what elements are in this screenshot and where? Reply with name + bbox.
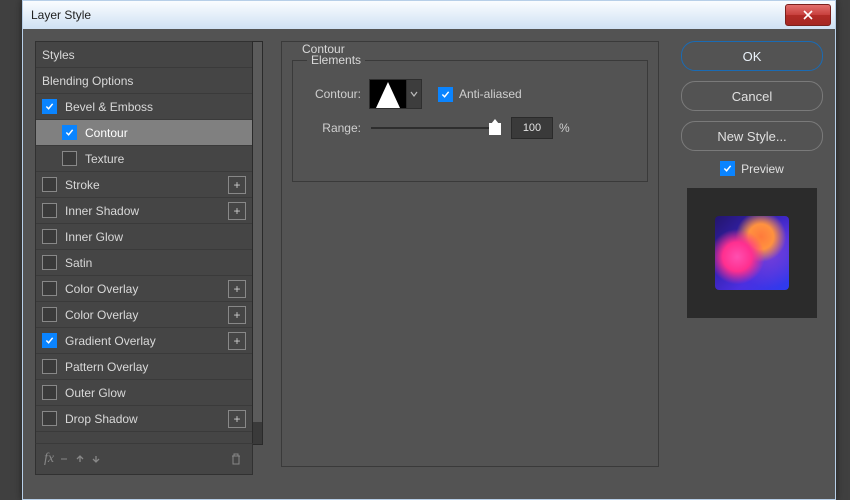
style-label: Blending Options xyxy=(42,74,246,88)
add-effect-icon[interactable]: + xyxy=(228,306,246,324)
style-item-color-overlay[interactable]: Color Overlay+ xyxy=(36,276,252,302)
style-label: Stroke xyxy=(65,178,228,192)
style-label: Contour xyxy=(85,126,246,140)
add-effect-icon[interactable]: + xyxy=(228,176,246,194)
arrow-down-icon[interactable] xyxy=(88,451,104,467)
preview-checkbox[interactable] xyxy=(720,161,735,176)
dialog-body: Styles Blending Options Bevel & Emboss Con… xyxy=(23,29,835,499)
style-checkbox[interactable] xyxy=(62,125,77,140)
preview-option[interactable]: Preview xyxy=(681,161,823,176)
style-label: Color Overlay xyxy=(65,282,228,296)
arrow-up-icon[interactable] xyxy=(72,451,88,467)
style-item-color-overlay[interactable]: Color Overlay+ xyxy=(36,302,252,328)
chevron-down-icon[interactable] xyxy=(56,451,72,467)
window-title: Layer Style xyxy=(31,8,785,22)
style-label: Inner Glow xyxy=(65,230,246,244)
range-unit: % xyxy=(559,121,570,135)
close-icon xyxy=(803,10,813,20)
range-input[interactable] xyxy=(511,117,553,139)
style-label: Texture xyxy=(85,152,246,166)
style-label: Bevel & Emboss xyxy=(65,100,246,114)
style-label: Outer Glow xyxy=(65,386,246,400)
style-item-outer-glow[interactable]: Outer Glow xyxy=(36,380,252,406)
styles-footer: fx xyxy=(35,443,253,475)
styles-scrollbar[interactable] xyxy=(252,41,263,445)
preview-label: Preview xyxy=(741,162,784,176)
elements-legend: Elements xyxy=(307,53,365,67)
style-label: Gradient Overlay xyxy=(65,334,228,348)
range-label: Range: xyxy=(305,121,361,135)
style-item-pattern-overlay[interactable]: Pattern Overlay xyxy=(36,354,252,380)
style-checkbox[interactable] xyxy=(42,99,57,114)
styles-header[interactable]: Styles xyxy=(36,42,252,68)
contour-label: Contour: xyxy=(305,87,361,101)
add-effect-icon[interactable]: + xyxy=(228,202,246,220)
styles-panel: Styles Blending Options Bevel & Emboss Con… xyxy=(35,41,263,475)
style-item-blending-options[interactable]: Blending Options xyxy=(36,68,252,94)
style-item-contour[interactable]: Contour xyxy=(36,120,252,146)
anti-aliased-checkbox[interactable] xyxy=(438,87,453,102)
style-item-stroke[interactable]: Stroke+ xyxy=(36,172,252,198)
style-item-gradient-overlay[interactable]: Gradient Overlay+ xyxy=(36,328,252,354)
style-label: Color Overlay xyxy=(65,308,228,322)
style-checkbox[interactable] xyxy=(42,177,57,192)
titlebar[interactable]: Layer Style xyxy=(23,1,835,30)
contour-preset-dropdown[interactable] xyxy=(407,79,422,109)
fx-menu-icon[interactable]: fx xyxy=(44,451,54,467)
dialog-buttons: OK Cancel New Style... Preview xyxy=(681,41,823,318)
close-button[interactable] xyxy=(785,4,831,26)
style-item-inner-shadow[interactable]: Inner Shadow+ xyxy=(36,198,252,224)
add-effect-icon[interactable]: + xyxy=(228,410,246,428)
style-checkbox[interactable] xyxy=(42,229,57,244)
range-slider-handle[interactable] xyxy=(489,123,501,135)
style-label: Drop Shadow xyxy=(65,412,228,426)
contour-preset-thumbnail[interactable] xyxy=(369,79,407,109)
style-item-drop-shadow[interactable]: Drop Shadow+ xyxy=(36,406,252,432)
elements-group: Elements Contour: Anti-aliased Ran xyxy=(292,60,648,182)
chevron-down-icon xyxy=(410,90,418,98)
add-effect-icon[interactable]: + xyxy=(228,332,246,350)
style-checkbox[interactable] xyxy=(42,255,57,270)
range-slider[interactable] xyxy=(371,121,501,135)
style-checkbox[interactable] xyxy=(62,151,77,166)
styles-list: Styles Blending Options Bevel & Emboss Con… xyxy=(35,41,253,445)
preview-box xyxy=(687,188,817,318)
style-checkbox[interactable] xyxy=(42,203,57,218)
style-checkbox[interactable] xyxy=(42,307,57,322)
anti-aliased-label: Anti-aliased xyxy=(459,87,522,101)
style-label: Pattern Overlay xyxy=(65,360,246,374)
style-checkbox[interactable] xyxy=(42,411,57,426)
style-item-bevel-emboss[interactable]: Bevel & Emboss xyxy=(36,94,252,120)
scroll-thumb[interactable] xyxy=(253,42,262,422)
trash-icon[interactable] xyxy=(228,451,244,467)
style-checkbox[interactable] xyxy=(42,385,57,400)
style-item-inner-glow[interactable]: Inner Glow xyxy=(36,224,252,250)
preview-swatch xyxy=(715,216,789,290)
add-effect-icon[interactable]: + xyxy=(228,280,246,298)
ok-button[interactable]: OK xyxy=(681,41,823,71)
style-checkbox[interactable] xyxy=(42,333,57,348)
style-checkbox[interactable] xyxy=(42,281,57,296)
cancel-button[interactable]: Cancel xyxy=(681,81,823,111)
style-label: Satin xyxy=(65,256,246,270)
style-checkbox[interactable] xyxy=(42,359,57,374)
contour-settings-panel: Contour Elements Contour: Anti-aliased xyxy=(281,41,659,467)
new-style-button[interactable]: New Style... xyxy=(681,121,823,151)
anti-aliased-option[interactable]: Anti-aliased xyxy=(438,87,522,102)
style-item-satin[interactable]: Satin xyxy=(36,250,252,276)
style-item-texture[interactable]: Texture xyxy=(36,146,252,172)
style-label: Inner Shadow xyxy=(65,204,228,218)
layer-style-dialog: Layer Style Styles Blending Options Bevel… xyxy=(22,0,836,500)
